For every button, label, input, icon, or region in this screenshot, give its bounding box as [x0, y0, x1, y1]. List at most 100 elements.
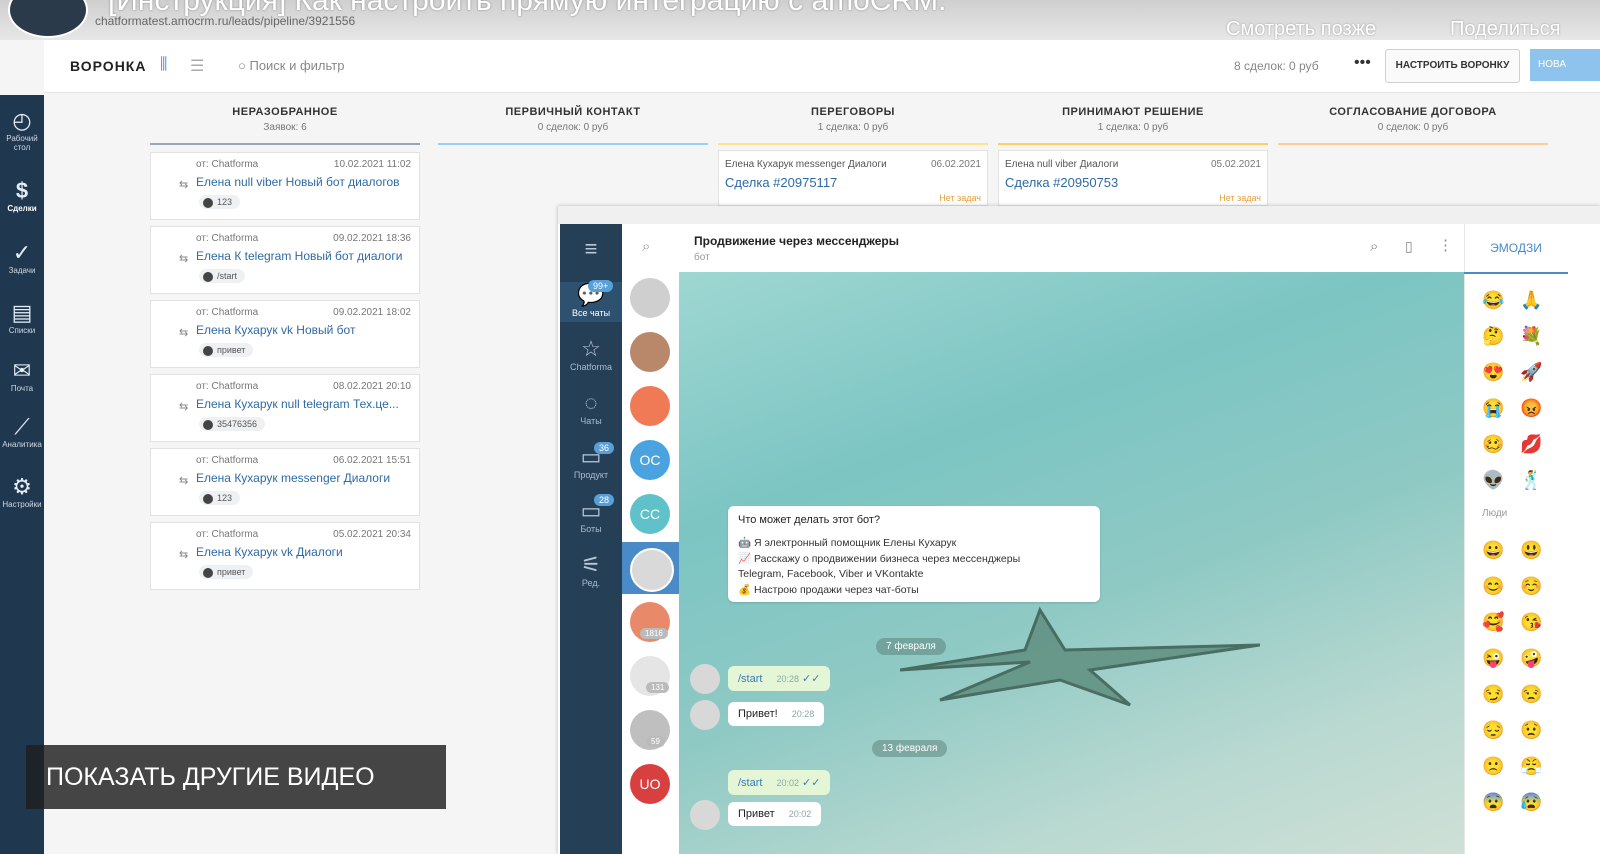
column-header-first-contact: ПЕРВИЧНЫЙ КОНТАКТ 0 сделок: 0 руб	[505, 106, 641, 133]
chat-icon: ⇆	[179, 475, 189, 487]
column-line	[438, 143, 708, 145]
chat-search-icon[interactable]: ⌕	[1370, 238, 1378, 255]
chat-avatar[interactable]: ОС	[630, 440, 670, 480]
nav-analytics[interactable]: ⟋ Аналитика	[0, 414, 44, 449]
more-button[interactable]: •••	[1354, 54, 1371, 72]
emoji-item[interactable]: 🥴	[1482, 434, 1504, 455]
emoji-tab[interactable]: ЭМОДЗИ	[1464, 224, 1568, 274]
chat-avatar[interactable]: UO	[630, 764, 670, 804]
emoji-item[interactable]: 🤪	[1520, 648, 1542, 669]
emoji-item[interactable]: 😒	[1520, 684, 1542, 705]
emoji-item[interactable]: 😍	[1482, 362, 1504, 383]
unsorted-card[interactable]: ⇆ от: Chatforma 10.02.2021 11:02 Елена null…	[150, 152, 420, 220]
search-icon[interactable]: ⌕	[642, 238, 650, 255]
menu-icon[interactable]: ≡	[560, 236, 622, 262]
setup-pipeline-button[interactable]: НАСТРОИТЬ ВОРОНКУ	[1385, 49, 1520, 83]
deal-card[interactable]: Елена Кухарук messenger Диалоги 06.02.202…	[718, 150, 988, 206]
unsorted-card[interactable]: ⇆ от: Chatforma 09.02.2021 18:02 Елена Куха…	[150, 300, 420, 368]
nav-settings[interactable]: ⚙ Настройки	[0, 474, 44, 509]
emoji-item[interactable]: 🥰	[1482, 612, 1504, 633]
emoji-item[interactable]: 🤔	[1482, 326, 1504, 347]
message-incoming[interactable]: Привет 20:02	[728, 802, 822, 826]
chat-avatar[interactable]	[630, 278, 670, 318]
unsorted-card[interactable]: ⇆ от: Chatforma 09.02.2021 18:36 Елена К te…	[150, 226, 420, 294]
emoji-item[interactable]: 💋	[1520, 434, 1542, 455]
column-header-deciding: ПРИНИМАЮТ РЕШЕНИЕ 1 сделка: 0 руб	[1062, 106, 1204, 133]
emoji-item[interactable]: 😤	[1520, 756, 1542, 777]
emoji-item[interactable]: 😂	[1482, 290, 1504, 311]
column-header-unsorted: НЕРАЗОБРАННОЕ Заявок: 6	[232, 106, 338, 133]
sidebar-toggle-icon[interactable]: ▯	[1405, 238, 1413, 255]
user-avatar	[690, 664, 720, 694]
search-input[interactable]: ○ Поиск и фильтр	[238, 58, 344, 73]
emoji-item[interactable]: 🕺	[1520, 470, 1542, 491]
starfish-image	[900, 606, 1260, 707]
folder-chats[interactable]: ◌ Чаты	[560, 390, 622, 426]
unsorted-card[interactable]: ⇆ от: Chatforma 06.02.2021 15:51 Елена Куха…	[150, 448, 420, 516]
emoji-item[interactable]: 👽	[1482, 470, 1504, 491]
deals-count: 8 сделок: 0 руб	[1234, 59, 1319, 73]
message-incoming[interactable]: Привет! 20:28	[728, 702, 825, 726]
emoji-item[interactable]: 😘	[1520, 612, 1542, 633]
chat-subtitle: бот	[694, 252, 710, 263]
chat-avatar[interactable]: CC	[630, 494, 670, 534]
unread-count: 59	[646, 736, 665, 747]
nav-deals[interactable]: $ Сделки	[0, 178, 44, 213]
show-other-videos-button[interactable]: ПОКАЗАТЬ ДРУГИЕ ВИДЕО	[26, 745, 446, 809]
column-line	[998, 143, 1268, 145]
emoji-item[interactable]: 😰	[1520, 792, 1542, 813]
share-button[interactable]: Поделиться	[1450, 18, 1560, 41]
unsorted-card[interactable]: ⇆ от: Chatforma 05.02.2021 20:34 Елена Куха…	[150, 522, 420, 590]
folder-chatforma[interactable]: ☆ Chatforma	[560, 336, 622, 372]
emoji-item[interactable]: 😨	[1482, 792, 1504, 813]
emoji-item[interactable]: 😡	[1520, 398, 1542, 419]
search-placeholder: Поиск и фильтр	[249, 58, 345, 73]
unread-badge: 99+	[588, 280, 614, 292]
message-outgoing[interactable]: /start 20:28 ✓✓	[728, 666, 831, 691]
date-separator: 7 февраля	[876, 638, 946, 655]
emoji-item[interactable]: ☺️	[1520, 576, 1542, 597]
emoji-item[interactable]: 😜	[1482, 648, 1504, 669]
sliders-icon: ⚟	[581, 552, 601, 577]
emoji-item[interactable]: 🚀	[1520, 362, 1542, 383]
nav-lists[interactable]: ▤ Списки	[0, 300, 44, 335]
analytics-icon: ⟋	[14, 414, 30, 439]
emoji-item[interactable]: 😃	[1520, 540, 1542, 561]
folder-edit[interactable]: ⚟ Ред.	[560, 552, 622, 588]
chat-title[interactable]: Продвижение через мессенджеры	[694, 234, 899, 248]
list-view-icon[interactable]: ☰	[190, 56, 204, 76]
bot-avatar	[690, 800, 720, 830]
unread-badge: 36	[594, 442, 615, 454]
watch-later-button[interactable]: Смотреть позже	[1226, 18, 1376, 41]
chat-avatar-selected[interactable]	[630, 548, 674, 592]
nav-dashboard[interactable]: ◴ Рабочий стол	[0, 108, 44, 152]
nav-mail[interactable]: ✉ Почта	[0, 358, 44, 393]
emoji-item[interactable]: 😀	[1482, 540, 1504, 561]
column-header-negotiations: ПЕРЕГОВОРЫ 1 сделка: 0 руб	[811, 106, 895, 133]
emoji-item[interactable]: 😔	[1482, 720, 1504, 741]
column-line	[1278, 143, 1548, 145]
telegram-title-strip	[558, 206, 1600, 224]
column-line	[718, 143, 988, 145]
lists-icon: ▤	[11, 300, 33, 325]
chat-avatar[interactable]	[630, 386, 670, 426]
emoji-item[interactable]: 😭	[1482, 398, 1504, 419]
emoji-category-label: Люди	[1482, 508, 1508, 519]
more-vertical-icon[interactable]: ⋮	[1438, 236, 1453, 254]
emoji-item[interactable]: 🙏	[1520, 290, 1542, 311]
emoji-item[interactable]: 😏	[1482, 684, 1504, 705]
kanban-view-icon[interactable]: ⫼	[160, 56, 167, 74]
unread-count: 1816	[640, 628, 668, 639]
emoji-item[interactable]: 🙁	[1482, 756, 1504, 777]
emoji-item[interactable]: 😊	[1482, 576, 1504, 597]
message-outgoing[interactable]: /start 20:02 ✓✓	[728, 770, 831, 795]
chat-icon: ⇆	[179, 327, 189, 339]
emoji-item[interactable]: 💐	[1520, 326, 1542, 347]
nav-tasks[interactable]: ✓ Задачи	[0, 240, 44, 275]
deal-card[interactable]: Елена null viber Диалоги 05.02.2021 Сделка…	[998, 150, 1268, 206]
add-lead-button[interactable]: НОВА	[1530, 49, 1600, 81]
emoji-item[interactable]: 😟	[1520, 720, 1542, 741]
unsorted-card[interactable]: ⇆ от: Chatforma 08.02.2021 20:10 Елена Куха…	[150, 374, 420, 442]
chat-icon: ⇆	[179, 401, 189, 413]
chat-avatar[interactable]	[630, 332, 670, 372]
